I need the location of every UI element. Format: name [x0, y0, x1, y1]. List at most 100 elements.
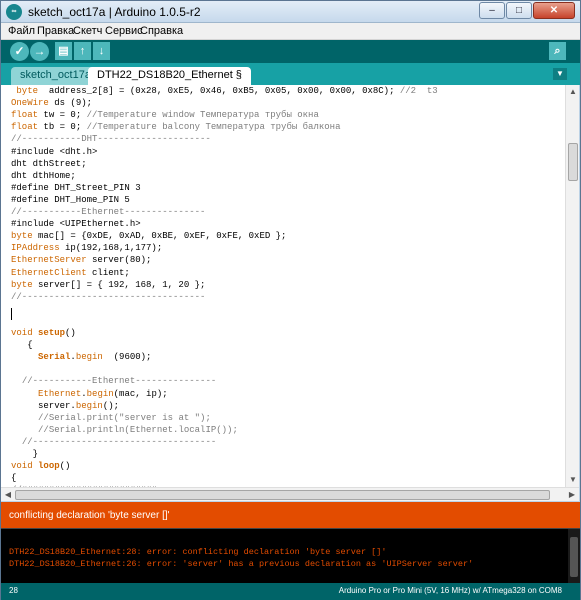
code-line: #define DHT_Home_PIN 5 — [11, 194, 130, 206]
code-line: float tb = 0; //Temperature balcony Темп… — [11, 121, 340, 133]
code-line: //-----------Ethernet--------------- — [11, 206, 205, 218]
code-token-comment: //Serial.println(Ethernet.localIP()); — [38, 424, 238, 435]
code-line: dht dthHome; — [11, 170, 76, 182]
code-line: //-----------Ethernet--------------- — [11, 375, 216, 387]
arduino-ide-window: ∞ sketch_oct17a | Arduino 1.0.5-r2 – □ ✕… — [0, 0, 581, 600]
upload-icon[interactable]: → — [30, 42, 49, 61]
code-token: () — [59, 461, 71, 472]
code-token: #define DHT_Street_PIN 3 — [11, 182, 141, 193]
code-line: byte mac[] = {0xDE, 0xAD, 0xBE, 0xEF, 0x… — [11, 230, 286, 242]
open-sketch-icon[interactable]: ↑ — [74, 42, 91, 60]
scroll-right-arrow-icon[interactable]: ▶ — [565, 488, 579, 502]
verify-icon[interactable]: ✓ — [10, 42, 29, 61]
code-token: #include <dht.h> — [11, 146, 98, 157]
code-line: byte server[] = { 192, 168, 1, 20 }; — [11, 279, 205, 291]
console-scrollbar[interactable] — [568, 529, 580, 583]
code-line: } — [11, 448, 38, 460]
code-token: { — [11, 340, 33, 351]
save-sketch-icon[interactable]: ↓ — [93, 42, 110, 60]
code-token-comment: //2 t3 — [399, 86, 438, 96]
console-output[interactable]: DTH22_DS18B20_Ethernet:28: error: confli… — [1, 528, 580, 583]
code-token: mac[] = {0xDE, 0xAD, 0xBE, 0xEF, 0xFE, 0… — [32, 231, 287, 242]
menu-sketch[interactable]: Скетч — [73, 25, 102, 37]
code-line: //Serial.println(Ethernet.localIP()); — [11, 424, 238, 436]
title-bar[interactable]: ∞ sketch_oct17a | Arduino 1.0.5-r2 – □ ✕ — [1, 1, 580, 23]
arduino-logo-icon: ∞ — [6, 4, 22, 20]
tab-dth22-ds18b20-ethernet[interactable]: DTH22_DS18B20_Ethernet § — [88, 67, 251, 85]
maximize-button[interactable]: □ — [506, 2, 532, 19]
editor-vertical-scrollbar[interactable]: ▲ ▼ — [565, 85, 579, 487]
code-token: } — [11, 449, 39, 459]
code-token-type: OneWire — [11, 98, 49, 109]
menu-bar: Файл Правка Скетч Сервис Справка — [1, 23, 580, 40]
code-token-keyword: loop — [38, 461, 60, 472]
serial-monitor-icon[interactable]: ⌕ — [549, 42, 566, 60]
menu-edit[interactable]: Правка — [37, 25, 74, 37]
line-number: 28 — [9, 586, 18, 595]
new-sketch-icon[interactable]: ▤ — [55, 42, 72, 60]
code-token-keyword: begin — [75, 352, 103, 363]
code-token-comment: //---------------------------------- — [11, 291, 206, 302]
menu-tools[interactable]: Сервис — [105, 25, 143, 37]
code-line: { — [11, 339, 33, 351]
code-token-type: EthernetClient — [11, 267, 87, 278]
tab-bar: sketch_oct17a DTH22_DS18B20_Ethernet § ▼ — [1, 63, 580, 85]
code-token: () — [65, 328, 76, 338]
code-line: void setup() — [11, 327, 76, 339]
code-line: void loop() — [11, 460, 70, 472]
scroll-down-arrow-icon[interactable]: ▼ — [566, 473, 580, 487]
status-message: conflicting declaration 'byte server []' — [9, 510, 170, 521]
code-token: #define DHT_Home_PIN 5 — [11, 194, 130, 205]
vertical-scroll-thumb[interactable] — [568, 143, 578, 181]
code-line: //-----------DHT--------------------- — [11, 133, 211, 145]
scroll-up-arrow-icon[interactable]: ▲ — [566, 85, 580, 99]
code-token: (mac, ip); — [113, 388, 168, 399]
console-line: DTH22_DS18B20_Ethernet:26: error: 'serve… — [9, 559, 474, 569]
code-token: { — [11, 473, 17, 484]
code-line: //---------------------------------- — [11, 291, 205, 303]
code-token-type: byte — [11, 231, 33, 242]
code-token: ip(192,168,1,177); — [59, 243, 163, 254]
scroll-left-arrow-icon[interactable]: ◀ — [1, 488, 15, 502]
code-token: ds (9); — [48, 98, 93, 109]
code-token-keyword: begin — [86, 388, 114, 399]
code-line: EthernetClient client; — [11, 267, 130, 279]
close-button[interactable]: ✕ — [533, 2, 575, 19]
console-scroll-thumb[interactable] — [570, 537, 578, 577]
code-token: server(80); — [86, 255, 152, 266]
code-line: float tw = 0; //Temperature window Темпе… — [11, 109, 319, 121]
menu-help[interactable]: Справка — [140, 25, 183, 37]
code-token: address_2[8] = (0x28, 0xE5, 0x46, 0xB5, … — [38, 86, 400, 96]
code-line: Ethernet.begin(mac, ip); — [11, 388, 168, 400]
minimize-button[interactable]: – — [479, 2, 505, 19]
code-token-type: byte — [11, 279, 33, 290]
code-token-comment: //-----------Ethernet--------------- — [11, 207, 206, 217]
code-line: #include <dht.h> — [11, 146, 97, 158]
tab-sketch-oct17a[interactable]: sketch_oct17a — [11, 67, 100, 85]
tab-menu-chevron-down-icon[interactable]: ▼ — [553, 68, 567, 80]
board-info: Arduino Pro or Pro Mini (5V, 16 MHz) w/ … — [338, 586, 562, 595]
window-controls: – □ ✕ — [478, 2, 575, 19]
code-token-type: EthernetServer — [11, 255, 87, 266]
code-token-comment: //Temperature balcony Температура трубы … — [86, 122, 341, 133]
code-token: tw = 0; — [38, 110, 87, 121]
code-line: { — [11, 472, 16, 484]
error-status-bar: conflicting declaration 'byte server []' — [1, 502, 580, 528]
code-editor[interactable]: byte address_2[8] = (0x28, 0xE5, 0x46, 0… — [1, 85, 565, 487]
code-line: dht dthStreet; — [11, 158, 87, 170]
horizontal-scroll-thumb[interactable] — [15, 490, 550, 500]
code-token-keyword: begin — [75, 400, 103, 411]
code-line: #define DHT_Street_PIN 3 — [11, 182, 141, 194]
code-token: tb = 0; — [38, 122, 87, 133]
code-token-keyword: setup — [38, 328, 66, 338]
editor-horizontal-scrollbar[interactable]: ◀ ▶ — [1, 487, 579, 501]
code-token-comment: //-----------DHT--------------------- — [11, 134, 211, 145]
code-token-type: void — [11, 461, 33, 472]
code-token: server[] = { 192, 168, 1, 20 }; — [32, 279, 206, 290]
menu-file[interactable]: Файл — [8, 25, 35, 37]
code-line: OneWire ds (9); — [11, 97, 92, 109]
